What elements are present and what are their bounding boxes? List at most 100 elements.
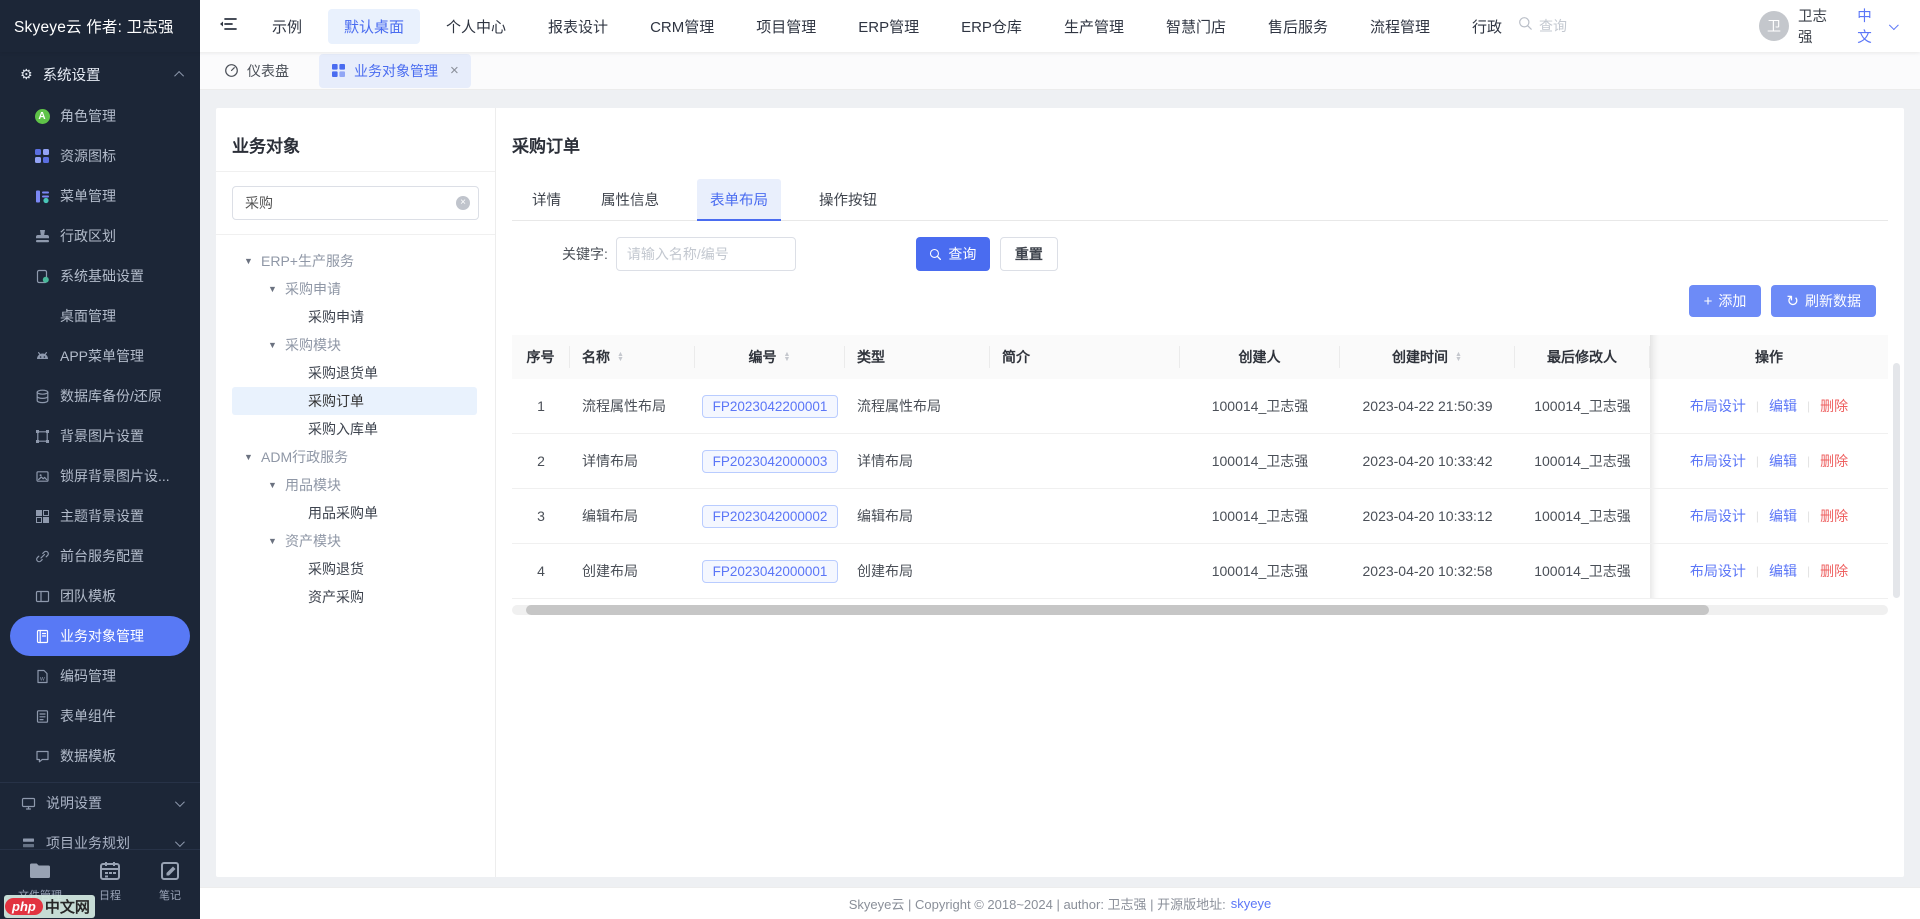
tree-node[interactable]: 用品采购单 (232, 499, 479, 527)
language-selector[interactable]: 中文 (1857, 5, 1896, 47)
nav-item-personal-center[interactable]: 个人中心 (430, 9, 522, 44)
edit-link[interactable]: 编辑 (1769, 561, 1797, 581)
tree-node[interactable]: ▼用品模块 (232, 471, 479, 499)
sidebar-item-desktop-management[interactable]: 桌面管理 (0, 296, 200, 336)
tab-details[interactable]: 详情 (530, 179, 563, 220)
code-tag[interactable]: FP2023042000002 (702, 505, 839, 528)
delete-link[interactable]: 删除 (1820, 396, 1848, 416)
caret-down-icon[interactable]: ▼ (244, 452, 261, 462)
sidebar-item-resource-icons[interactable]: 资源图标 (0, 136, 200, 176)
sidebar-group-help-settings[interactable]: 说明设置 (0, 783, 200, 823)
tree-node[interactable]: 采购退货 (232, 555, 479, 583)
header-search[interactable] (1518, 16, 1609, 36)
vertical-scrollbar-thumb[interactable] (1893, 363, 1900, 598)
tree-node[interactable]: 资产采购 (232, 583, 479, 611)
nav-item-erp-warehouse[interactable]: ERP仓库 (945, 9, 1038, 44)
delete-link[interactable]: 删除 (1820, 451, 1848, 471)
sidebar-item-frontend-service[interactable]: 前台服务配置 (0, 536, 200, 576)
sort-icon[interactable]: ▲▼ (1455, 352, 1462, 363)
code-tag[interactable]: FP2023042000001 (702, 560, 839, 583)
tab-attributes[interactable]: 属性信息 (599, 179, 661, 220)
sidebar-item-admin-regions[interactable]: 行政区划 (0, 216, 200, 256)
user-name[interactable]: 卫志强 (1798, 5, 1839, 47)
link-icon (34, 548, 50, 564)
avatar[interactable]: 卫 (1759, 11, 1789, 41)
sidebar-item-team-template[interactable]: 团队模板 (0, 576, 200, 616)
sidebar-item-theme-background[interactable]: 主题背景设置 (0, 496, 200, 536)
sidebar-item-code-management[interactable]: w 编码管理 (0, 656, 200, 696)
nav-item-admin[interactable]: 行政 (1456, 9, 1518, 44)
tree-node[interactable]: ▼采购模块 (232, 331, 479, 359)
sidebar-item-role-management[interactable]: A 角色管理 (0, 96, 200, 136)
opensource-link[interactable]: skyeye (1231, 896, 1271, 911)
sidebar-collapse-button[interactable] (200, 0, 256, 52)
close-icon[interactable]: × (450, 62, 459, 79)
nav-item-default-desktop[interactable]: 默认桌面 (328, 9, 420, 44)
refresh-button[interactable]: ↻ 刷新数据 (1771, 285, 1876, 317)
sort-icon[interactable]: ▲▼ (617, 352, 624, 363)
nav-item-crm[interactable]: CRM管理 (634, 9, 730, 44)
dock-item-label: 笔记 (159, 887, 181, 903)
nav-item-smart-store[interactable]: 智慧门店 (1150, 9, 1242, 44)
tree-node[interactable]: ▼ERP+生产服务 (232, 247, 479, 275)
nav-item-examples[interactable]: 示例 (256, 9, 318, 44)
sidebar-section-system-settings[interactable]: ⚙ 系统设置 (0, 52, 200, 96)
tree-node-label: 采购退货单 (308, 363, 378, 383)
tree-node[interactable]: 采购入库单 (232, 415, 479, 443)
nav-item-after-sales[interactable]: 售后服务 (1252, 9, 1344, 44)
scrollbar-thumb[interactable] (526, 605, 1709, 615)
add-button[interactable]: + 添加 (1689, 285, 1762, 317)
edit-link[interactable]: 编辑 (1769, 451, 1797, 471)
caret-down-icon[interactable]: ▼ (268, 284, 285, 294)
sidebar-item-background-image[interactable]: 背景图片设置 (0, 416, 200, 456)
horizontal-scrollbar[interactable] (512, 605, 1888, 615)
layout-design-link[interactable]: 布局设计 (1690, 451, 1746, 471)
edit-link[interactable]: 编辑 (1769, 396, 1797, 416)
caret-down-icon[interactable]: ▼ (268, 340, 285, 350)
sidebar-item-form-components[interactable]: 表单组件 (0, 696, 200, 736)
header-search-input[interactable] (1539, 18, 1609, 34)
sidebar-item-label: APP菜单管理 (60, 346, 144, 366)
sort-icon[interactable]: ▲▼ (784, 352, 791, 363)
tree-node-selected[interactable]: 采购订单 (232, 387, 477, 415)
tab-business-object-management[interactable]: 业务对象管理 × (319, 54, 471, 88)
edit-link[interactable]: 编辑 (1769, 506, 1797, 526)
tab-action-buttons[interactable]: 操作按钮 (817, 179, 879, 220)
tab-form-layout[interactable]: 表单布局 (697, 179, 781, 220)
tab-dashboard[interactable]: 仪表盘 (224, 61, 289, 81)
keyword-input[interactable] (616, 237, 796, 271)
nav-item-workflow[interactable]: 流程管理 (1354, 9, 1446, 44)
tree-node[interactable]: 采购退货单 (232, 359, 479, 387)
layout-design-link[interactable]: 布局设计 (1690, 396, 1746, 416)
reset-button[interactable]: 重置 (1000, 237, 1058, 271)
code-tag[interactable]: FP2023042200001 (702, 395, 839, 418)
dock-item-calendar[interactable]: 日程 (98, 859, 122, 903)
caret-down-icon[interactable]: ▼ (268, 536, 285, 546)
object-search-input[interactable] (232, 186, 479, 220)
caret-down-icon[interactable]: ▼ (268, 480, 285, 490)
sidebar-item-app-menu[interactable]: APP菜单管理 (0, 336, 200, 376)
layout-design-link[interactable]: 布局设计 (1690, 506, 1746, 526)
tree-node[interactable]: ▼资产模块 (232, 527, 479, 555)
nav-item-project[interactable]: 项目管理 (740, 9, 832, 44)
tree-node[interactable]: ▼ADM行政服务 (232, 443, 479, 471)
sidebar-item-system-base-settings[interactable]: 系统基础设置 (0, 256, 200, 296)
sidebar-item-menu-management[interactable]: 菜单管理 (0, 176, 200, 216)
code-tag[interactable]: FP2023042000003 (702, 450, 839, 473)
dock-item-notes[interactable]: 笔记 (158, 859, 182, 903)
tree-node[interactable]: ▼采购申请 (232, 275, 479, 303)
nav-item-report-design[interactable]: 报表设计 (532, 9, 624, 44)
query-button[interactable]: 查询 (916, 237, 990, 271)
delete-link[interactable]: 删除 (1820, 561, 1848, 581)
clear-icon[interactable]: × (456, 196, 470, 210)
sidebar-item-db-backup[interactable]: 数据库备份/还原 (0, 376, 200, 416)
nav-item-production[interactable]: 生产管理 (1048, 9, 1140, 44)
layout-design-link[interactable]: 布局设计 (1690, 561, 1746, 581)
sidebar-item-business-objects[interactable]: 业务对象管理 (10, 616, 190, 656)
tree-node[interactable]: 采购申请 (232, 303, 479, 331)
caret-down-icon[interactable]: ▼ (244, 256, 261, 266)
nav-item-erp[interactable]: ERP管理 (842, 9, 935, 44)
delete-link[interactable]: 删除 (1820, 506, 1848, 526)
sidebar-item-data-template[interactable]: 数据模板 (0, 736, 200, 776)
sidebar-item-lockscreen-background[interactable]: 锁屏背景图片设... (0, 456, 200, 496)
